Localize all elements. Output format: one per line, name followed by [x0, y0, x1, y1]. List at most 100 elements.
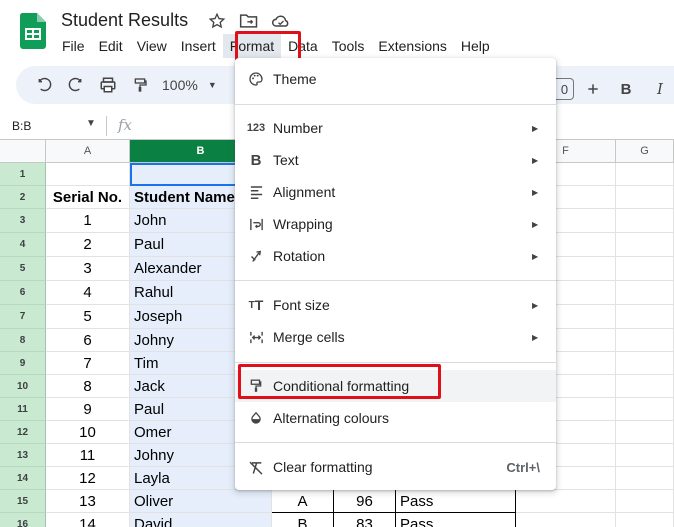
- menu-file[interactable]: File: [55, 34, 92, 58]
- menu-extensions[interactable]: Extensions: [371, 34, 453, 58]
- document-title[interactable]: Student Results: [61, 10, 188, 31]
- table-cell[interactable]: [616, 421, 674, 444]
- table-cell[interactable]: [616, 398, 674, 421]
- table-cell[interactable]: 5: [46, 305, 130, 329]
- paint-format-icon[interactable]: [124, 70, 156, 100]
- menu-item-theme[interactable]: Theme: [235, 63, 556, 95]
- table-cell[interactable]: David: [130, 513, 272, 527]
- table-cell[interactable]: 96: [334, 490, 396, 513]
- menu-item-conditional-formatting[interactable]: Conditional formatting: [235, 370, 556, 402]
- table-cell[interactable]: [516, 513, 616, 527]
- table-cell[interactable]: [616, 467, 674, 490]
- increase-font-size-icon[interactable]: [580, 74, 606, 104]
- row-header[interactable]: 14: [0, 467, 46, 490]
- table-cell[interactable]: [516, 490, 616, 513]
- menu-item-merge-cells[interactable]: Merge cells ▶: [235, 321, 556, 353]
- zoom-select[interactable]: 100% ▼: [156, 77, 217, 93]
- menu-tools[interactable]: Tools: [325, 34, 372, 58]
- row-header[interactable]: 3: [0, 209, 46, 233]
- row-header[interactable]: 12: [0, 421, 46, 444]
- row-header[interactable]: 10: [0, 375, 46, 398]
- menu-item-text[interactable]: B Text ▶: [235, 144, 556, 176]
- name-box[interactable]: B:B: [12, 119, 31, 133]
- table-cell[interactable]: A: [272, 490, 334, 513]
- row-header[interactable]: 9: [0, 352, 46, 375]
- row-header[interactable]: 15: [0, 490, 46, 513]
- menu-item-label: Rotation: [273, 248, 326, 264]
- table-cell[interactable]: 11: [46, 444, 130, 467]
- table-cell[interactable]: [616, 281, 674, 305]
- row-header[interactable]: 5: [0, 257, 46, 281]
- table-cell[interactable]: [616, 257, 674, 281]
- menu-view[interactable]: View: [130, 34, 174, 58]
- table-cell[interactable]: 9: [46, 398, 130, 421]
- table-cell[interactable]: Serial No.: [46, 186, 130, 209]
- select-all-corner[interactable]: [0, 140, 46, 163]
- table-cell[interactable]: 8: [46, 375, 130, 398]
- font-size-field[interactable]: 0: [556, 78, 574, 100]
- row-header[interactable]: 4: [0, 233, 46, 257]
- table-cell[interactable]: 2: [46, 233, 130, 257]
- row-header[interactable]: 11: [0, 398, 46, 421]
- menu-data[interactable]: Data: [281, 34, 325, 58]
- table-cell[interactable]: 83: [334, 513, 396, 527]
- menu-edit[interactable]: Edit: [92, 34, 130, 58]
- table-cell[interactable]: Pass: [396, 513, 516, 527]
- align-left-icon: [235, 185, 273, 199]
- table-cell[interactable]: 14: [46, 513, 130, 527]
- star-icon[interactable]: [206, 10, 228, 32]
- table-cell[interactable]: [616, 490, 674, 513]
- row-header[interactable]: 7: [0, 305, 46, 329]
- table-cell[interactable]: [616, 444, 674, 467]
- table-cell[interactable]: [616, 186, 674, 209]
- bold-icon[interactable]: B: [612, 74, 640, 104]
- print-icon[interactable]: [92, 70, 124, 100]
- chevron-down-icon[interactable]: ▼: [86, 118, 96, 129]
- table-cell[interactable]: 3: [46, 257, 130, 281]
- table-cell[interactable]: [616, 375, 674, 398]
- table-cell[interactable]: 4: [46, 281, 130, 305]
- table-cell[interactable]: 7: [46, 352, 130, 375]
- menu-item-number[interactable]: 123 Number ▶: [235, 112, 556, 144]
- table-cell[interactable]: Oliver: [130, 490, 272, 513]
- row-header[interactable]: 1: [0, 163, 46, 186]
- row-header[interactable]: 16: [0, 513, 46, 527]
- table-cell[interactable]: 13: [46, 490, 130, 513]
- column-header-g[interactable]: G: [616, 140, 674, 163]
- table-cell[interactable]: [616, 513, 674, 527]
- italic-icon[interactable]: I: [646, 74, 674, 104]
- table-cell[interactable]: 12: [46, 467, 130, 490]
- table-cell[interactable]: [46, 163, 130, 186]
- table-cell[interactable]: [616, 352, 674, 375]
- table-cell[interactable]: [616, 329, 674, 352]
- menu-item-clear-formatting[interactable]: Clear formatting Ctrl+\: [235, 451, 556, 483]
- row-header[interactable]: 6: [0, 281, 46, 305]
- menu-item-alternating-colours[interactable]: Alternating colours: [235, 402, 556, 434]
- sheets-logo-icon[interactable]: [19, 13, 46, 49]
- redo-icon[interactable]: [60, 70, 92, 100]
- table-cell[interactable]: [616, 305, 674, 329]
- table-cell[interactable]: 10: [46, 421, 130, 444]
- menu-format[interactable]: Format: [222, 34, 282, 58]
- submenu-arrow-icon: ▶: [532, 300, 539, 310]
- menu-help[interactable]: Help: [454, 34, 497, 58]
- row-header[interactable]: 8: [0, 329, 46, 352]
- table-cell[interactable]: [616, 209, 674, 233]
- table-cell[interactable]: 6: [46, 329, 130, 352]
- undo-icon[interactable]: [28, 70, 60, 100]
- menu-insert[interactable]: Insert: [174, 34, 223, 58]
- row-header[interactable]: 2: [0, 186, 46, 209]
- menu-item-rotation[interactable]: Rotation ▶: [235, 240, 556, 272]
- move-folder-icon[interactable]: [238, 10, 260, 32]
- table-cell[interactable]: [616, 233, 674, 257]
- table-cell[interactable]: B: [272, 513, 334, 527]
- menu-item-font-size[interactable]: TT Font size ▶: [235, 289, 556, 321]
- menu-item-alignment[interactable]: Alignment ▶: [235, 176, 556, 208]
- table-cell[interactable]: Pass: [396, 490, 516, 513]
- row-header[interactable]: 13: [0, 444, 46, 467]
- cloud-status-icon[interactable]: [270, 10, 292, 32]
- menu-item-wrapping[interactable]: Wrapping ▶: [235, 208, 556, 240]
- table-cell[interactable]: [616, 163, 674, 186]
- column-header-a[interactable]: A: [46, 140, 130, 163]
- table-cell[interactable]: 1: [46, 209, 130, 233]
